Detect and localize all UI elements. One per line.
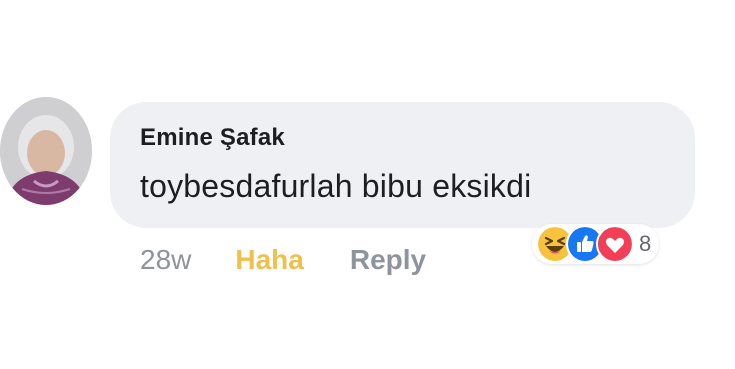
comment: Emine Şafak toybesdafurlah bibu eksikdi … [0, 0, 735, 369]
love-icon [596, 225, 634, 263]
reactions-summary[interactable]: 8 [532, 224, 660, 264]
comment-author[interactable]: Emine Şafak [140, 124, 285, 152]
comment-timestamp[interactable]: 28w [140, 244, 191, 276]
comment-text: toybesdafurlah bibu eksikdi [140, 168, 532, 204]
comment-bubble: Emine Şafak toybesdafurlah bibu eksikdi [110, 102, 695, 228]
avatar[interactable] [0, 97, 92, 205]
reaction-count: 8 [639, 231, 652, 256]
reaction-button[interactable]: Haha [235, 244, 303, 276]
comment-actions: 28w Haha Reply [140, 240, 426, 280]
avatar-photo [0, 97, 92, 205]
reply-button[interactable]: Reply [350, 244, 426, 276]
